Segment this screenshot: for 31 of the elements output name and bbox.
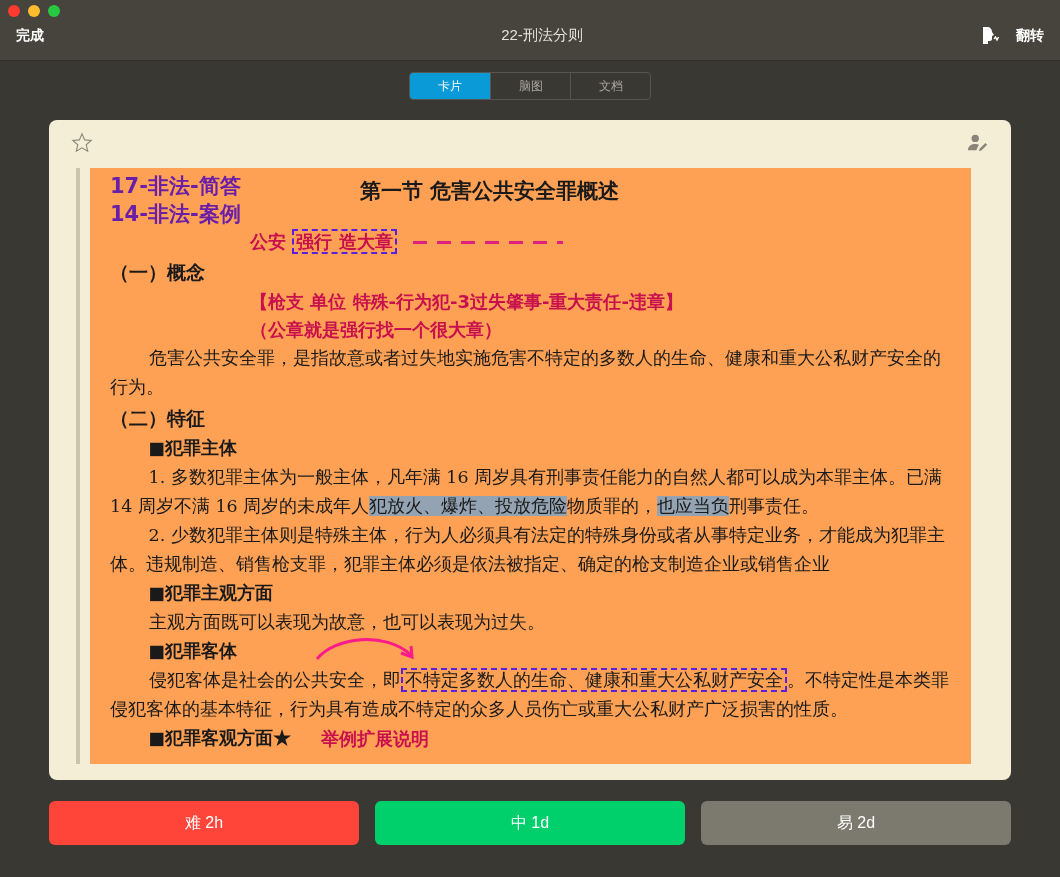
window-title: 22-刑法分则 xyxy=(501,25,583,45)
section-heading: （二）特征 xyxy=(110,406,206,431)
document-title: 第一节 危害公共安全罪概述 xyxy=(360,177,620,205)
view-tab[interactable]: 脑图 xyxy=(490,73,570,99)
paragraph-text: 主观方面既可以表现为故意，也可以表现为过失。 xyxy=(147,611,546,634)
flip-button[interactable]: 翻转 xyxy=(1016,24,1044,46)
subsection-heading: ■犯罪主观方面 xyxy=(147,582,274,605)
annotation-text: 【枪支 单位 特殊-行为犯-3过失肇事-重大责任-违章】 xyxy=(249,290,684,314)
minimize-button[interactable] xyxy=(28,5,40,17)
annotation-text: 公安 强行 造大章 xyxy=(110,228,397,256)
section-heading: （一）概念 xyxy=(110,260,206,285)
person-edit-icon[interactable] xyxy=(967,132,989,154)
subsection-heading: ■犯罪客观方面★ xyxy=(147,727,292,750)
annotation-text: 举例扩展说明 xyxy=(320,726,430,751)
tag-label: 17-非法-简答 xyxy=(110,173,242,200)
done-button[interactable]: 完成 xyxy=(16,24,44,46)
paragraph-text: 2. 少数犯罪主体则是特殊主体，行为人必须具有法定的特殊身份或者从事特定业务，才能成为犯罪主体。违规制造、销售枪支罪，犯罪主体必须是依法被指定、确定的枪支制造企业或销售企业 xyxy=(110,524,946,576)
annotation-text: （公章就是强行找一个很大章） xyxy=(249,318,503,342)
answer-button[interactable]: 难 2h xyxy=(49,801,359,845)
zoom-button[interactable] xyxy=(48,5,60,17)
star-icon[interactable] xyxy=(71,132,93,154)
voice-icon[interactable] xyxy=(980,25,1000,46)
view-tab[interactable]: 文档 xyxy=(570,73,650,99)
view-tab[interactable]: 卡片 xyxy=(410,73,490,99)
paragraph-text: 危害公共安全罪，是指故意或者过失地实施危害不特定的多数人的生命、健康和重大公私财产安全的行为。 xyxy=(110,347,942,399)
close-button[interactable] xyxy=(8,5,20,17)
subsection-heading: ■犯罪客体 xyxy=(147,640,238,663)
tag-label: 14-非法-案例 xyxy=(110,201,242,228)
paragraph-text: 侵犯客体是社会的公共安全，即 不特定多数人的生命、健康和重大公私财产安全 。不特定性是本类罪侵犯客体的基本特征，行为具有造成不特定的众多人员伤亡或重大公私财产广泛损害的性质。 xyxy=(110,666,949,724)
answer-button[interactable]: 易 2d xyxy=(701,801,1011,845)
subsection-heading: ■犯罪主体 xyxy=(147,437,238,460)
